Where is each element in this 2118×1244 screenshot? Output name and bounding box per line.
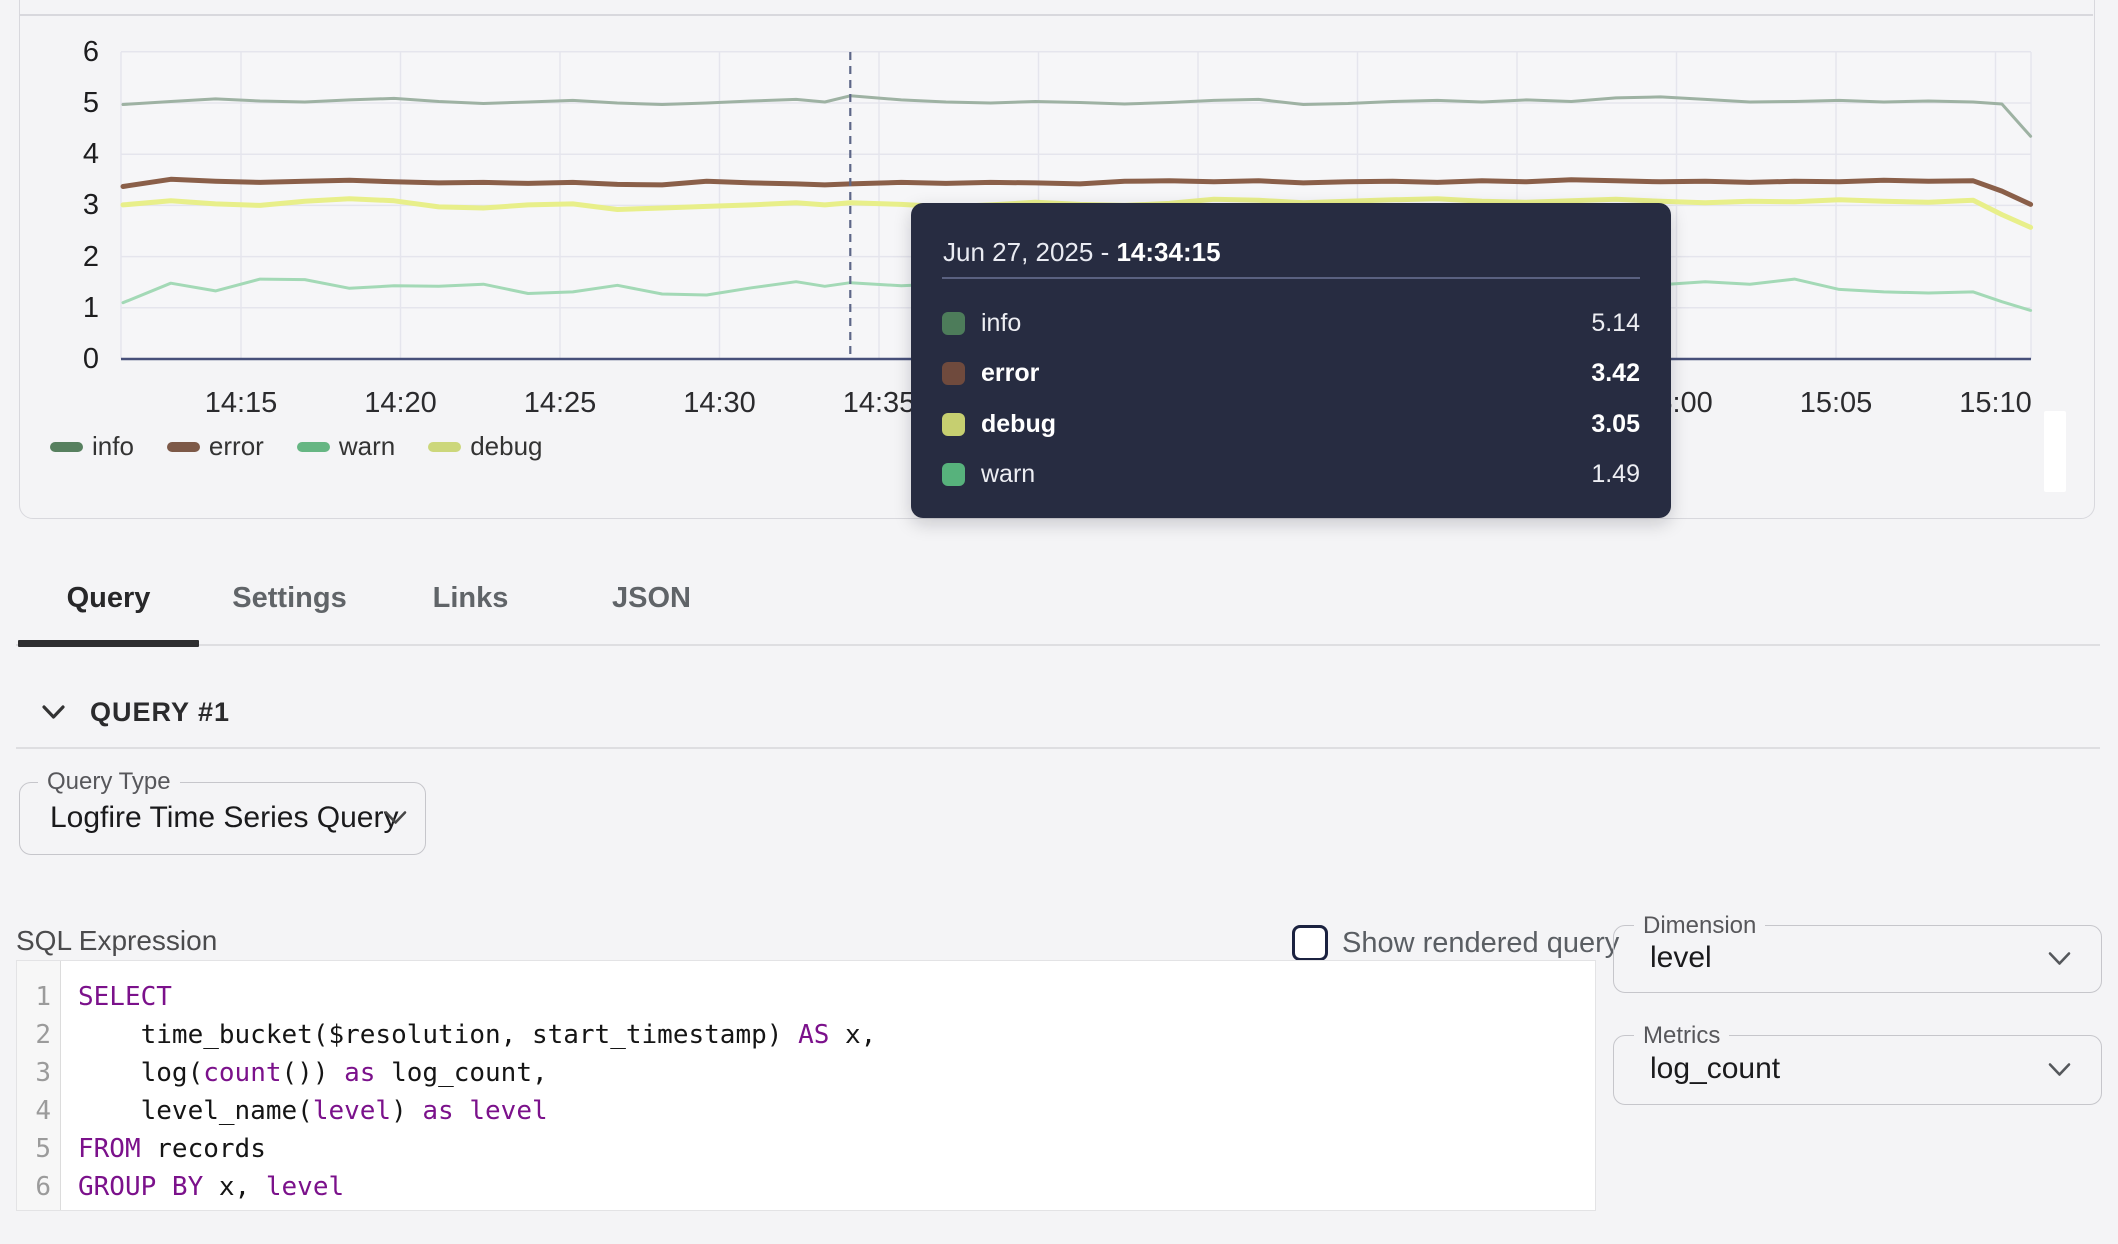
- query-1-collapse-header[interactable]: QUERY #1: [42, 697, 230, 728]
- sql-code-editor[interactable]: 123456 SELECT time_bucket($resolution, s…: [16, 960, 1596, 1211]
- chart-tooltip: Jun 27, 2025 - 14:34:15 info5.14error3.4…: [911, 203, 1671, 518]
- legend-label: info: [92, 431, 134, 462]
- y-tick-label: 2: [39, 240, 99, 274]
- legend-item-debug[interactable]: debug: [428, 431, 542, 462]
- tooltip-series-label: info: [981, 309, 1591, 338]
- code-line: log(count()) as log_count,: [62, 1054, 1595, 1092]
- tooltip-series-value: 5.14: [1591, 309, 1640, 338]
- x-tick-label: 14:25: [505, 386, 615, 420]
- query-type-label: Query Type: [38, 769, 180, 795]
- y-tick-label: 6: [39, 35, 99, 69]
- query-header-divider: [16, 747, 2100, 749]
- code-line: GROUP BY x, level: [62, 1168, 1595, 1206]
- x-tick-label: 14:20: [346, 386, 456, 420]
- query-type-value: Logfire Time Series Query: [50, 801, 398, 835]
- x-tick-label: 14:15: [186, 386, 296, 420]
- code-line: FROM records: [62, 1130, 1595, 1168]
- x-tick-label: 15:10: [1941, 386, 2051, 420]
- legend-swatch-icon: [50, 442, 83, 452]
- legend-item-info[interactable]: info: [50, 431, 134, 462]
- tooltip-series-label: debug: [981, 410, 1591, 439]
- query-header-label: QUERY #1: [90, 697, 230, 728]
- tooltip-row-warn: warn1.49: [942, 458, 1640, 492]
- legend-label: warn: [339, 431, 395, 462]
- series-swatch-icon: [942, 312, 965, 335]
- sql-keyword: level: [313, 1096, 391, 1126]
- tooltip-row-info: info5.14: [942, 306, 1640, 340]
- dimension-select[interactable]: Dimension level: [1613, 925, 2102, 993]
- line-number: 4: [17, 1092, 60, 1130]
- chart-legend: info error warn debug: [50, 431, 543, 462]
- code-line: SELECT: [62, 978, 1595, 1016]
- editor-code-area[interactable]: SELECT time_bucket($resolution, start_ti…: [62, 978, 1595, 1206]
- query-type-select[interactable]: Query Type Logfire Time Series Query: [19, 782, 426, 855]
- chevron-down-icon: [2048, 951, 2071, 967]
- show-rendered-query-label: Show rendered query: [1342, 927, 1619, 960]
- sql-expression-label: SQL Expression: [16, 925, 217, 957]
- y-tick-label: 1: [39, 291, 99, 325]
- metrics-select[interactable]: Metrics log_count: [1613, 1035, 2102, 1105]
- sql-keyword: level: [469, 1096, 547, 1126]
- scrollbar-thumb[interactable]: [2044, 411, 2066, 492]
- legend-item-error[interactable]: error: [167, 431, 264, 462]
- line-number: 5: [17, 1130, 60, 1168]
- editor-line-number-gutter: 123456: [17, 961, 61, 1210]
- y-tick-label: 4: [39, 137, 99, 171]
- metrics-value: log_count: [1650, 1052, 1780, 1086]
- sql-keyword: GROUP BY: [78, 1172, 203, 1202]
- line-number: 3: [17, 1054, 60, 1092]
- show-rendered-query-checkbox[interactable]: [1292, 925, 1328, 961]
- tooltip-divider: [942, 277, 1640, 279]
- show-rendered-query-toggle: Show rendered query: [1292, 925, 1619, 961]
- code-line: time_bucket($resolution, start_timestamp…: [62, 1016, 1595, 1054]
- series-swatch-icon: [942, 413, 965, 436]
- panel-editor-tabs: QuerySettingsLinksJSON: [18, 566, 742, 630]
- tab-json[interactable]: JSON: [561, 566, 742, 630]
- legend-item-warn[interactable]: warn: [297, 431, 395, 462]
- sql-keyword: level: [266, 1172, 344, 1202]
- legend-swatch-icon: [428, 442, 461, 452]
- active-tab-underline: [18, 640, 199, 647]
- dashboard-panel-editor: { "colors": { "page_bg": "#f4f4f6", "pan…: [0, 0, 2118, 1244]
- tabs-divider: [16, 644, 2100, 646]
- tooltip-row-error: error3.42: [942, 357, 1640, 391]
- chevron-down-icon: [384, 810, 407, 826]
- series-swatch-icon: [942, 463, 965, 486]
- series-swatch-icon: [942, 362, 965, 385]
- x-tick-label: 15:05: [1781, 386, 1891, 420]
- legend-swatch-icon: [297, 442, 330, 452]
- tab-query[interactable]: Query: [18, 566, 199, 630]
- tooltip-series-value: 1.49: [1591, 460, 1640, 489]
- sql-keyword: as: [344, 1058, 375, 1088]
- tooltip-series-value: 3.05: [1591, 410, 1640, 439]
- sql-keyword: SELECT: [78, 982, 172, 1012]
- y-tick-label: 0: [39, 342, 99, 376]
- line-number: 1: [17, 978, 60, 1016]
- dimension-value: level: [1650, 941, 1712, 975]
- tab-links[interactable]: Links: [380, 566, 561, 630]
- tooltip-row-debug: debug3.05: [942, 407, 1640, 441]
- tooltip-timestamp: Jun 27, 2025 - 14:34:15: [943, 237, 1221, 268]
- y-tick-label: 5: [39, 86, 99, 120]
- sql-keyword: AS: [798, 1020, 829, 1050]
- line-number: 6: [17, 1168, 60, 1206]
- legend-label: error: [209, 431, 264, 462]
- tooltip-series-label: error: [981, 359, 1591, 388]
- tooltip-series-value: 3.42: [1591, 359, 1640, 388]
- sql-keyword: FROM: [78, 1134, 141, 1164]
- y-tick-label: 3: [39, 188, 99, 222]
- metrics-label: Metrics: [1634, 1023, 1729, 1049]
- legend-swatch-icon: [167, 442, 200, 452]
- sql-keyword: count: [203, 1058, 281, 1088]
- legend-label: debug: [470, 431, 542, 462]
- sql-keyword: as: [422, 1096, 453, 1126]
- line-number: 2: [17, 1016, 60, 1054]
- code-line: level_name(level) as level: [62, 1092, 1595, 1130]
- tab-settings[interactable]: Settings: [199, 566, 380, 630]
- x-tick-label: 14:30: [665, 386, 775, 420]
- chevron-down-icon: [2048, 1062, 2071, 1078]
- dimension-label: Dimension: [1634, 913, 1765, 939]
- chevron-down-icon: [42, 704, 65, 721]
- tooltip-series-label: warn: [981, 460, 1591, 489]
